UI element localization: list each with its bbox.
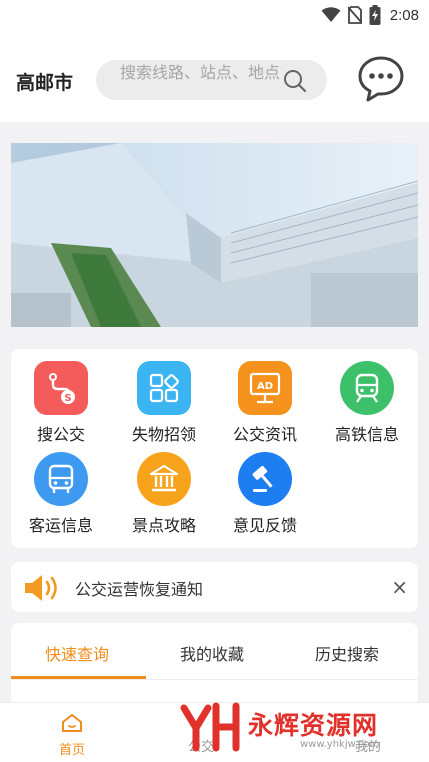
ad-board-icon[interactable]: AD [238,361,292,415]
watermark: 永辉资源网 www.yhkjw.com [180,702,420,754]
pavilion-icon[interactable] [137,452,191,506]
query-tabs: 快速查询 我的收藏 历史搜索 [11,623,418,703]
svg-text:AD: AD [257,381,273,392]
service-label: 客运信息 [28,516,93,535]
train-icon[interactable] [340,361,394,415]
city-selector[interactable]: 高邮市 [16,68,73,95]
chat-bubble-icon[interactable] [356,54,406,104]
service-label: 失物招领 [131,425,196,444]
status-icons: 2:08 [321,5,419,25]
tab-favorites[interactable]: 我的收藏 [180,641,244,665]
search-bar[interactable]: 搜索线路、站点、地点 [96,60,327,100]
tabs-divider [11,679,418,680]
notice-text[interactable]: 公交运营恢复通知 [75,576,203,600]
speaker-icon [25,575,57,601]
service-label: 意见反馈 [232,516,297,535]
coach-bus-icon[interactable] [34,452,88,506]
service-bus-news[interactable]: AD 公交资讯 [220,361,310,445]
service-label: 公交资讯 [232,425,297,444]
no-sim-icon [347,6,362,24]
service-coach-info[interactable]: 客运信息 [16,452,106,536]
nav-home[interactable]: 首页 [50,713,94,758]
service-label: 搜公交 [36,425,85,444]
close-icon[interactable]: × [391,575,408,599]
notice-bar[interactable]: 公交运营恢复通知 × [11,562,418,612]
service-feedback[interactable]: 意见反馈 [220,452,310,536]
search-icon[interactable] [283,69,307,93]
battery-charging-icon [369,5,381,25]
watermark-text: 永辉资源网 [248,711,379,740]
wifi-icon [321,7,341,22]
status-bar: 2:08 [0,0,429,30]
banner-carousel[interactable] [11,143,418,327]
watermark-logo [180,702,240,752]
services-grid: S 搜公交 失物招领 AD 公交资讯 高铁信息 客运信息 景点攻略 意见反馈 [11,349,418,548]
bus-route-search-icon[interactable]: S [34,361,88,415]
tab-quick-query[interactable]: 快速查询 [45,641,109,665]
svg-text:S: S [64,393,71,404]
service-train-info[interactable]: 高铁信息 [322,361,412,445]
station-aerial-image[interactable] [11,143,418,327]
header: 高邮市 搜索线路、站点、地点 [0,30,429,122]
watermark-url: www.yhkjw.com [300,739,380,750]
lost-and-found-grid-icon[interactable] [137,361,191,415]
status-time: 2:08 [389,6,419,24]
service-lost-found[interactable]: 失物招领 [119,361,209,445]
service-label: 景点攻略 [131,516,196,535]
service-bus-search[interactable]: S 搜公交 [16,361,106,445]
nav-home-label: 首页 [58,743,85,758]
home-icon[interactable] [61,713,83,733]
tab-history[interactable]: 历史搜索 [315,641,379,665]
service-scenic-guide[interactable]: 景点攻略 [119,452,209,536]
gavel-icon[interactable] [238,452,292,506]
service-label: 高铁信息 [334,425,399,444]
search-placeholder[interactable]: 搜索线路、站点、地点 [120,63,280,82]
